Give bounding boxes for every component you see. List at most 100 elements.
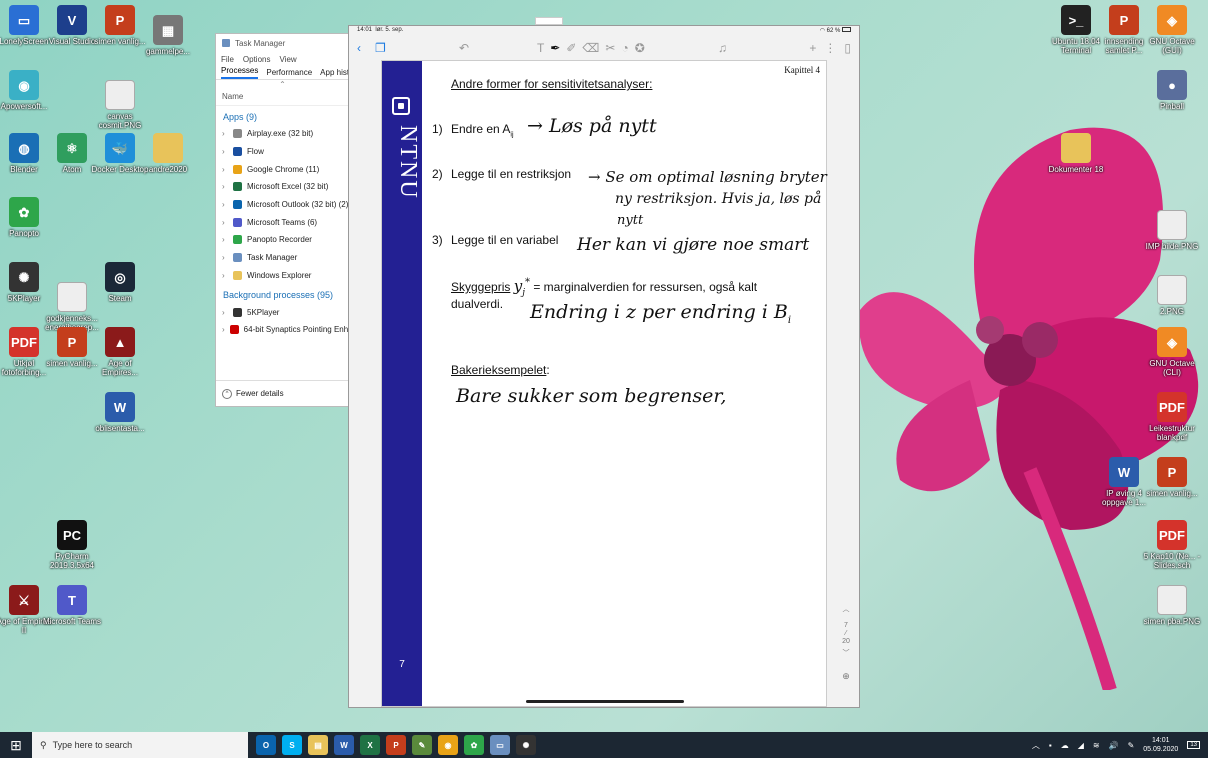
expand-chevron-icon[interactable]: › — [222, 218, 228, 227]
cloud-icon[interactable]: ☁ — [1061, 741, 1069, 750]
desktop-icon[interactable]: ✿ Panopto — [0, 197, 54, 238]
desktop-icon[interactable]: simen pba.PNG — [1142, 585, 1202, 626]
process-row[interactable]: › Task Manager — [216, 249, 349, 267]
pages-grid-icon[interactable]: ❐ — [375, 41, 386, 55]
desktop-icon[interactable]: ▲ Age of Empires... — [90, 327, 150, 377]
desktop-icon[interactable]: ● Pinball — [1142, 70, 1202, 111]
desktop-icon[interactable]: andre2020 — [138, 133, 198, 174]
desktop-icon[interactable]: ◎ Steam — [90, 262, 150, 303]
taskbar-skype-icon[interactable]: S — [282, 735, 302, 755]
task-manager-titlebar[interactable]: Task Manager — [216, 34, 349, 52]
desktop-icon-label: 2.PNG — [1159, 307, 1184, 316]
network-icon[interactable]: ◢ — [1078, 741, 1084, 750]
add-page-icon[interactable]: + — [809, 41, 816, 55]
expand-chevron-icon[interactable]: › — [222, 308, 228, 317]
tray-chevron-icon[interactable]: ︿ — [1032, 740, 1040, 751]
microphone-icon[interactable]: ♫ — [718, 41, 727, 55]
expand-chevron-icon[interactable]: › — [222, 325, 225, 334]
tab[interactable]: App history — [320, 68, 349, 79]
desktop-icon[interactable]: ◈ GNU Octave (CLI) — [1142, 327, 1202, 377]
taskbar-5kplayer-icon[interactable]: ✺ — [516, 735, 536, 755]
process-row[interactable]: › Flow — [216, 143, 349, 161]
desktop-icon[interactable]: PC PyCharm 2019.3.5x64 — [42, 520, 102, 570]
collapse-chevron-icon[interactable]: ⌃ — [216, 80, 349, 92]
desktop-icon[interactable]: Woblisentasta... — [90, 392, 150, 433]
taskbar-outlook-icon[interactable]: O — [256, 735, 276, 755]
taskbar-remote-icon[interactable]: ▭ — [490, 735, 510, 755]
shape-icon[interactable]: ◔ — [621, 41, 628, 55]
expand-chevron-icon[interactable]: › — [222, 200, 228, 209]
process-row[interactable]: › Panopto Recorder — [216, 231, 349, 249]
tab[interactable]: Processes — [221, 66, 259, 79]
pen-tool-icon[interactable]: ✒ — [550, 41, 560, 55]
undo-icon[interactable]: ↶ — [459, 41, 469, 55]
desktop-icon[interactable]: canvas cosmit.PNG — [90, 80, 150, 130]
expand-chevron-icon[interactable]: › — [222, 235, 228, 244]
desktop-icon[interactable]: ◈ GNU Octave (GUI) — [1142, 5, 1202, 55]
expand-chevron-icon[interactable]: › — [222, 271, 228, 280]
pen-tray-icon[interactable]: ✎ — [1128, 741, 1135, 750]
lasso-icon[interactable]: ✂ — [605, 41, 615, 55]
desktop-icon[interactable]: ◉ Apowersoft... — [0, 70, 54, 111]
menu-item[interactable]: File — [221, 55, 234, 64]
desktop-icon-label: Panopto — [9, 229, 39, 238]
taskbar-excel-icon[interactable]: X — [360, 735, 380, 755]
process-name: 64-bit Synaptics Pointing Enha — [243, 325, 350, 335]
desktop-icon[interactable]: IMP bilde.PNG — [1142, 210, 1202, 251]
expand-chevron-icon[interactable]: › — [222, 165, 228, 174]
clock[interactable]: 14:01 05.09.2020 — [1143, 736, 1178, 754]
expand-chevron-icon[interactable]: › — [222, 253, 228, 262]
expand-chevron-icon[interactable]: › — [222, 147, 228, 156]
windows-start-icon[interactable]: ⊞ — [0, 732, 32, 758]
desktop-icon[interactable]: ▦ gammelpe... — [138, 15, 198, 56]
process-row[interactable]: › Microsoft Outlook (32 bit) (2) — [216, 196, 349, 214]
desktop-icon[interactable]: PDF 5 Kap10 (Ne... - Slides.sch — [1142, 520, 1202, 570]
taskbar-powerpoint-icon[interactable]: P — [386, 735, 406, 755]
menu-item[interactable]: Options — [243, 55, 271, 64]
desktop-icon[interactable]: PDF Leikestruktur blankpdf — [1142, 392, 1202, 442]
tray-app-icon[interactable]: ▪ — [1049, 741, 1052, 750]
eraser-icon[interactable]: ⌫ — [582, 41, 599, 55]
desktop-icon[interactable]: T Microsoft Teams — [42, 585, 102, 626]
process-row[interactable]: › Microsoft Excel (32 bit) — [216, 178, 349, 196]
page-navigator[interactable]: ︿ 7 ⁄ 20 ﹀ ⊕ — [839, 606, 853, 681]
wifi-tray-icon[interactable]: ≋ — [1093, 741, 1100, 750]
desktop-icon[interactable]: Psimen vanlig... — [1142, 457, 1202, 498]
page-view-icon[interactable]: ▯ — [844, 41, 851, 55]
zoom-icon[interactable]: ⊕ — [839, 672, 853, 681]
text-tool-icon[interactable]: T — [537, 41, 544, 55]
desktop-icon[interactable]: Dokumenter 18 — [1046, 133, 1106, 174]
task-manager-window[interactable]: Task Manager File Options View Processes Pe… — [215, 33, 350, 407]
fewer-details-button[interactable]: ^ Fewer details — [216, 380, 349, 406]
process-row[interactable]: › Google Chrome (11) — [216, 160, 349, 178]
highlighter-icon[interactable]: ✐ — [566, 41, 576, 55]
tab[interactable]: Performance — [266, 68, 312, 79]
process-row[interactable]: › 64-bit Synaptics Pointing Enha — [216, 321, 349, 339]
more-icon[interactable]: ⋮ — [824, 41, 836, 55]
desktop-icon[interactable]: 2.PNG — [1142, 275, 1202, 316]
taskbar-panopto-icon[interactable]: ✿ — [464, 735, 484, 755]
menu-item[interactable]: View — [279, 55, 296, 64]
volume-icon[interactable]: 🔊 — [1109, 741, 1119, 750]
ipad-mirror-window[interactable]: 14:01 lør. 5. sep. ◠ 62 % ‹ ❐ ↶ T ✒ ✐ ⌫ … — [348, 25, 860, 708]
process-icon — [233, 129, 242, 139]
taskbar-file-explorer-icon[interactable]: ▤ — [308, 735, 328, 755]
process-row[interactable]: › Airplay.exe (32 bit) — [216, 125, 349, 143]
process-row[interactable]: › Microsoft Teams (6) — [216, 213, 349, 231]
taskbar-chrome-icon[interactable]: ◉ — [438, 735, 458, 755]
laser-icon[interactable]: ✪ — [635, 41, 645, 55]
page-down-icon[interactable]: ﹀ — [839, 650, 853, 658]
taskbar-word-icon[interactable]: W — [334, 735, 354, 755]
expand-chevron-icon[interactable]: › — [222, 129, 228, 138]
column-header-name[interactable]: Name — [216, 92, 349, 106]
lecture-page[interactable]: NTNU 7 Kapittel 4 Andre former for sensi… — [381, 60, 827, 707]
back-chevron-icon[interactable]: ‹ — [357, 41, 361, 55]
process-icon — [233, 235, 242, 245]
expand-chevron-icon[interactable]: › — [222, 182, 228, 191]
taskbar-search[interactable]: ⚲ Type here to search — [32, 732, 248, 758]
taskbar-notepad-icon[interactable]: ✎ — [412, 735, 432, 755]
notifications-icon[interactable]: 13 — [1187, 741, 1200, 749]
process-row[interactable]: › 5KPlayer — [216, 303, 349, 321]
page-up-icon[interactable]: ︿ — [839, 606, 853, 614]
process-row[interactable]: › Windows Explorer — [216, 267, 349, 285]
